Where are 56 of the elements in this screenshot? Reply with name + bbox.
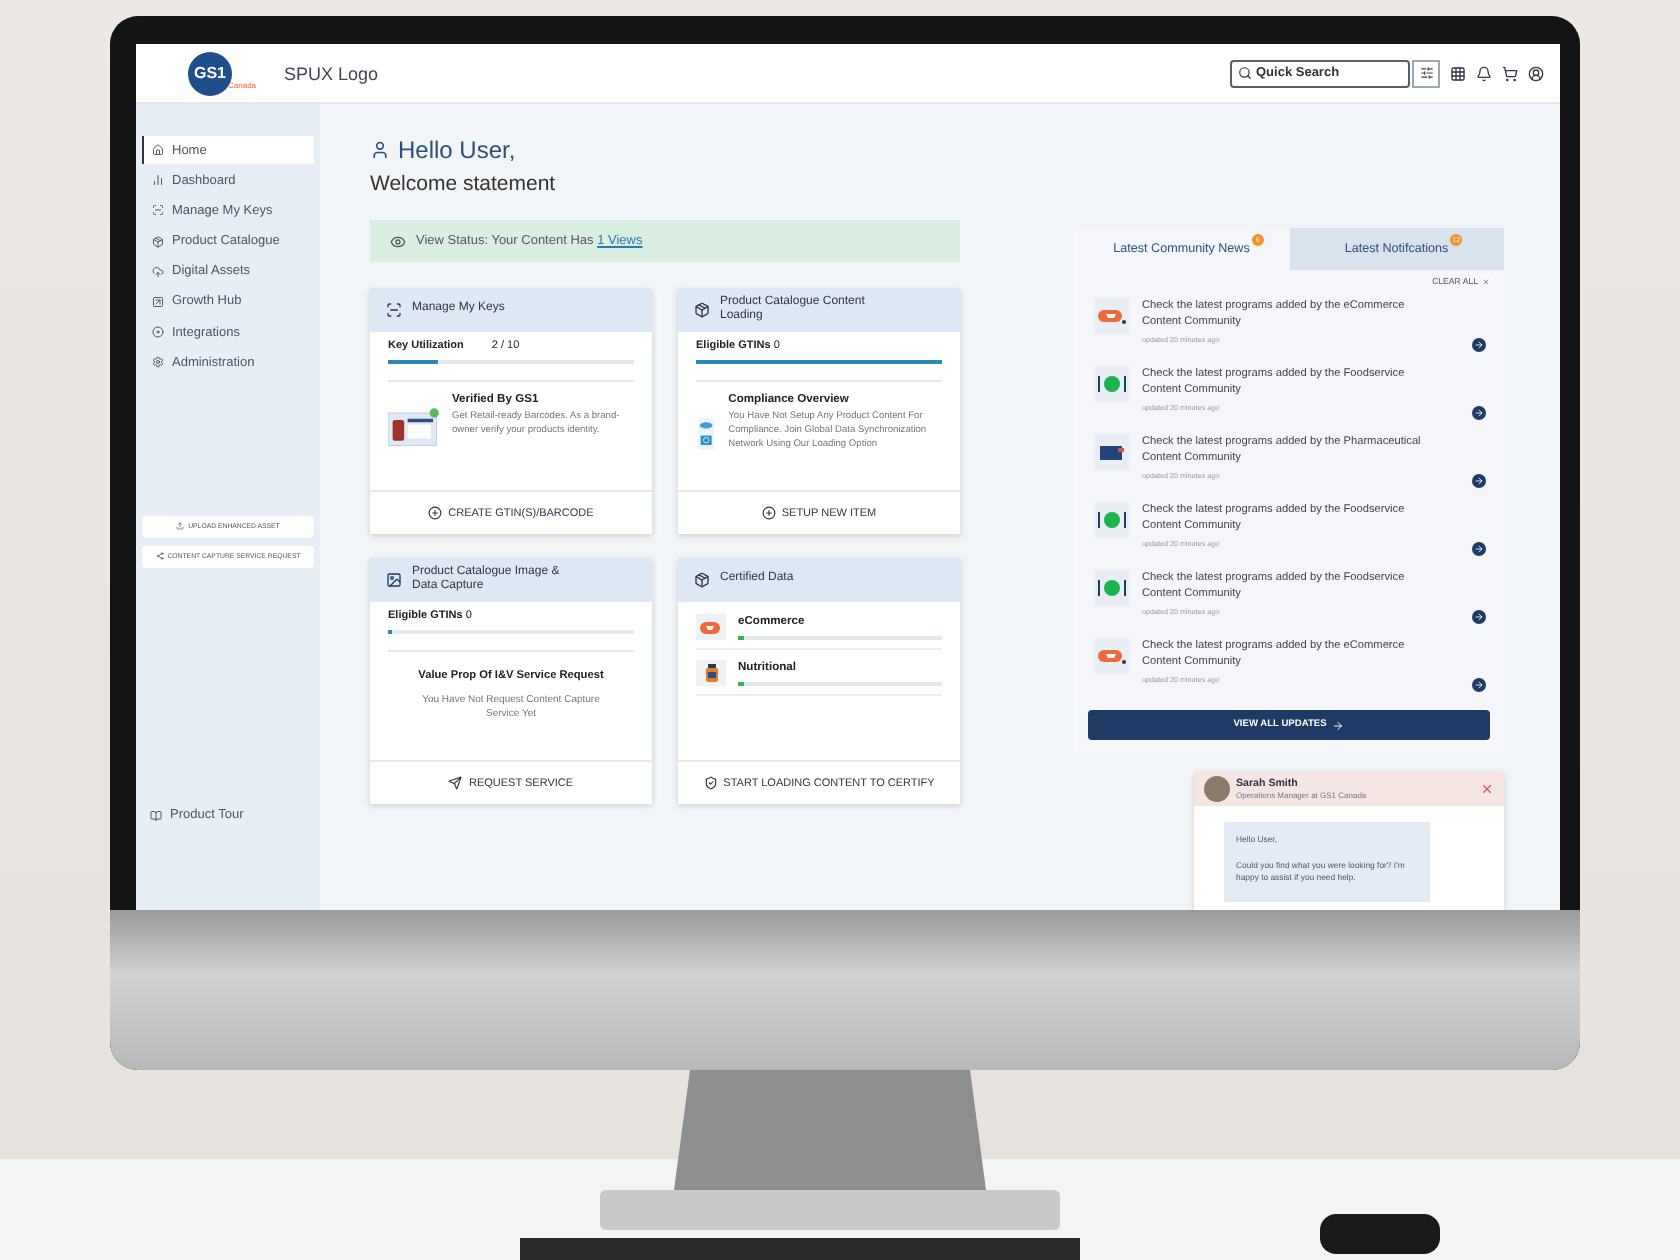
arrow-button[interactable] xyxy=(1472,405,1486,419)
arrow-button[interactable] xyxy=(1472,337,1486,351)
user-icon xyxy=(370,140,390,160)
plate-cutlery-icon xyxy=(1098,510,1126,530)
cart-icon[interactable] xyxy=(1502,65,1518,81)
arrow-button[interactable] xyxy=(1472,473,1486,487)
close-button[interactable] xyxy=(1480,782,1494,796)
arrow-icon xyxy=(1474,679,1484,689)
greeting-title: Hello User, xyxy=(398,136,516,164)
book-icon xyxy=(150,809,162,821)
arrow-icon xyxy=(1474,407,1484,417)
arrow-icon xyxy=(1474,543,1484,553)
plate-cutlery-icon xyxy=(1098,374,1126,394)
upload-icon xyxy=(176,522,185,530)
arrow-button[interactable] xyxy=(1472,609,1486,623)
search-icon xyxy=(1238,66,1252,80)
mouse-drawing xyxy=(1320,1214,1440,1254)
scan-icon xyxy=(386,302,402,318)
card-icon xyxy=(1099,443,1125,461)
scan-icon xyxy=(152,204,164,217)
cart-tag-icon xyxy=(1098,308,1126,324)
avatar-placeholder xyxy=(1204,776,1230,802)
arrow-icon xyxy=(1474,611,1484,621)
plus-circle-icon xyxy=(761,506,776,520)
disc-icon xyxy=(152,326,164,339)
home-icon xyxy=(152,144,164,156)
bar-chart-icon xyxy=(152,174,164,187)
close-icon xyxy=(1480,782,1494,796)
send-icon xyxy=(448,776,463,790)
grid-icon[interactable] xyxy=(1450,65,1466,81)
arrow-icon xyxy=(1332,719,1345,731)
cart-tag-icon xyxy=(700,621,722,633)
sliders-icon xyxy=(1419,66,1433,80)
bell-icon[interactable] xyxy=(1476,65,1492,81)
cart-tag-icon xyxy=(1098,648,1126,664)
arrow-icon xyxy=(1474,339,1484,349)
user-icon[interactable] xyxy=(1528,65,1544,81)
plate-cutlery-icon xyxy=(1098,578,1126,598)
box-icon xyxy=(694,302,710,318)
arrow-icon xyxy=(1474,475,1484,485)
plus-circle-icon xyxy=(428,506,443,520)
jar-icon xyxy=(705,664,717,682)
box-icon xyxy=(152,235,164,248)
image-icon xyxy=(386,572,402,588)
app-title: SPUX Logo xyxy=(284,63,379,83)
arrow-square-icon xyxy=(152,295,164,308)
eye-icon xyxy=(390,233,406,249)
share-icon xyxy=(155,552,164,560)
welcome-text: Welcome statement xyxy=(370,172,558,196)
cloud-icon xyxy=(152,265,164,278)
arrow-button[interactable] xyxy=(1472,541,1486,555)
shield-icon xyxy=(703,776,718,790)
box-icon xyxy=(694,572,710,588)
arrow-button[interactable] xyxy=(1472,677,1486,691)
filter-button[interactable] xyxy=(1412,59,1440,87)
gear-icon xyxy=(152,356,164,369)
